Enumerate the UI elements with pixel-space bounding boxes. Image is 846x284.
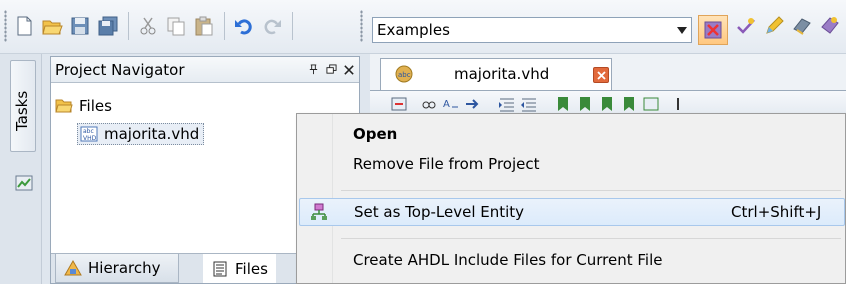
editor-tab-label: majorita.vhd bbox=[454, 65, 550, 83]
tab-hierarchy-label: Hierarchy bbox=[88, 259, 161, 277]
menu-item-remove-file[interactable]: Remove File from Project bbox=[299, 150, 845, 178]
goto-line-icon[interactable] bbox=[464, 95, 482, 113]
undo-icon bbox=[235, 19, 252, 35]
undo-button[interactable] bbox=[232, 14, 256, 38]
tree-file-label: majorita.vhd bbox=[104, 125, 200, 143]
file-context-menu: Open Remove File from Project Set as Top… bbox=[296, 113, 846, 284]
analysis-button[interactable] bbox=[734, 14, 758, 38]
folder-open-icon bbox=[55, 99, 73, 113]
svg-text:abc: abc bbox=[83, 128, 94, 135]
svg-text:abc: abc bbox=[398, 71, 411, 79]
comment-icon[interactable] bbox=[670, 95, 688, 113]
block-icon[interactable] bbox=[390, 95, 408, 113]
tab-hierarchy[interactable]: Hierarchy bbox=[55, 254, 179, 283]
menu-item-open[interactable]: Open bbox=[299, 120, 845, 148]
bookmark-prev-icon[interactable] bbox=[598, 95, 616, 113]
toolbar-separator bbox=[224, 12, 225, 40]
menu-item-set-top-level[interactable]: Set as Top-Level Entity Ctrl+Shift+J bbox=[299, 198, 845, 226]
open-folder-button[interactable] bbox=[40, 14, 64, 38]
pencil-button[interactable] bbox=[762, 14, 786, 38]
menu-item-set-top-level-shortcut: Ctrl+Shift+J bbox=[731, 203, 822, 221]
menu-separator bbox=[341, 190, 841, 191]
paste-button[interactable] bbox=[192, 14, 216, 38]
pencil-icon bbox=[766, 16, 784, 34]
restore-icon[interactable] bbox=[323, 62, 339, 78]
main-toolbar: Examples bbox=[0, 0, 846, 54]
find-replace-icon[interactable]: A bbox=[442, 95, 460, 113]
project-navigator-header: Project Navigator bbox=[51, 57, 359, 83]
svg-text:A: A bbox=[443, 99, 450, 110]
close-icon[interactable] bbox=[341, 62, 357, 78]
tab-files-label: Files bbox=[235, 259, 268, 278]
chip-icon bbox=[821, 17, 839, 34]
tasks-tab[interactable]: Tasks bbox=[10, 60, 36, 191]
tree-file-item[interactable]: abc VHD majorita.vhd bbox=[77, 123, 205, 145]
top-level-entity-icon bbox=[311, 203, 327, 220]
new-file-icon bbox=[17, 16, 32, 36]
template-icon[interactable] bbox=[642, 95, 660, 113]
new-file-button[interactable] bbox=[12, 14, 36, 38]
menu-item-open-label: Open bbox=[353, 125, 398, 143]
tree-folder-label: Files bbox=[79, 97, 112, 115]
toolbar-grip[interactable] bbox=[4, 10, 7, 42]
analysis-icon bbox=[737, 18, 755, 34]
unindent-icon[interactable] bbox=[520, 95, 538, 113]
find-icon[interactable] bbox=[420, 95, 438, 113]
document-icon bbox=[213, 261, 227, 276]
bookmark-icon[interactable] bbox=[554, 95, 572, 113]
programmer-icon bbox=[793, 18, 811, 35]
menu-item-set-top-level-label: Set as Top-Level Entity bbox=[354, 203, 525, 221]
chip-planner-button[interactable] bbox=[818, 14, 842, 38]
pin-icon[interactable] bbox=[305, 62, 321, 78]
configuration-combo[interactable]: Examples bbox=[372, 17, 692, 43]
svg-text:VHD: VHD bbox=[83, 135, 97, 142]
tasks-icon bbox=[15, 175, 33, 191]
vhdl-file-icon: abcVHD bbox=[80, 126, 98, 142]
redo-button[interactable] bbox=[260, 14, 284, 38]
save-button[interactable] bbox=[68, 14, 92, 38]
toolbar-grip[interactable] bbox=[360, 10, 363, 42]
copy-icon bbox=[167, 17, 185, 36]
program-button[interactable] bbox=[790, 14, 814, 38]
save-icon bbox=[71, 17, 89, 35]
menu-item-remove-file-label: Remove File from Project bbox=[353, 155, 540, 173]
bookmark-clear-icon[interactable] bbox=[620, 95, 638, 113]
toolbar-separator bbox=[128, 12, 129, 40]
save-all-button[interactable] bbox=[96, 14, 120, 38]
open-folder-icon bbox=[42, 20, 63, 35]
compile-stop-button[interactable] bbox=[698, 15, 728, 45]
side-dock-strip: Tasks bbox=[0, 54, 42, 284]
save-all-icon bbox=[98, 16, 118, 36]
configuration-combo-value: Examples bbox=[377, 21, 450, 39]
stop-compile-icon bbox=[704, 21, 722, 39]
hierarchy-icon bbox=[64, 260, 82, 276]
bookmark-next-icon[interactable] bbox=[576, 95, 594, 113]
menu-item-create-ahdl-include-label: Create AHDL Include Files for Current Fi… bbox=[353, 251, 663, 269]
close-tab-icon[interactable] bbox=[593, 67, 609, 83]
cut-button[interactable] bbox=[136, 14, 160, 38]
scissors-icon bbox=[140, 17, 156, 35]
tree-folder-files[interactable]: Files bbox=[55, 97, 112, 115]
toolbar-separator bbox=[292, 12, 293, 40]
editor-tab[interactable]: abc majorita.vhd bbox=[380, 58, 612, 90]
menu-separator bbox=[341, 238, 841, 239]
vhdl-file-icon: abc bbox=[395, 65, 413, 83]
tab-files[interactable]: Files bbox=[203, 254, 276, 283]
indent-icon[interactable] bbox=[498, 95, 516, 113]
project-navigator-title: Project Navigator bbox=[55, 60, 185, 79]
copy-button[interactable] bbox=[164, 14, 188, 38]
menu-item-create-ahdl-include[interactable]: Create AHDL Include Files for Current Fi… bbox=[299, 246, 845, 274]
tasks-tab-label: Tasks bbox=[13, 90, 31, 131]
chevron-down-icon[interactable] bbox=[673, 19, 691, 41]
paste-icon bbox=[195, 16, 213, 36]
redo-icon bbox=[264, 19, 281, 35]
